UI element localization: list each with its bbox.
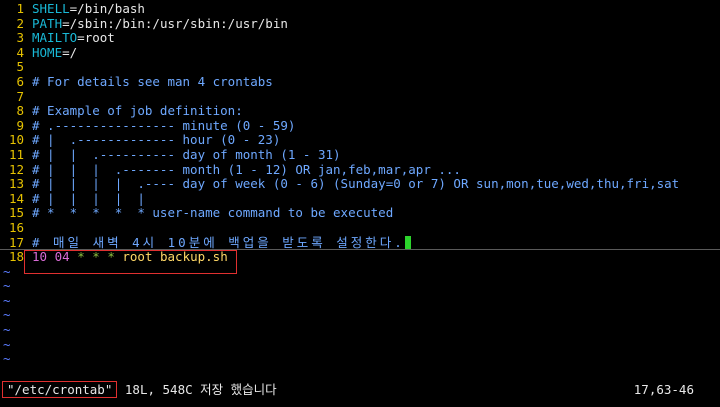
line-number: 9 [16, 117, 24, 133]
line-number: 15 [8, 205, 24, 221]
line-number: 11 [8, 146, 24, 162]
editor-line[interactable]: 16 [0, 219, 720, 236]
line-number: 17 [8, 234, 24, 250]
line-number: 7 [16, 88, 24, 104]
env-var-value: /bin/bash [77, 1, 145, 16]
editor-line[interactable]: 12 # | | | .------- month (1 - 12) OR jan… [0, 161, 720, 178]
cursor-position-ruler: 17,63-46 [633, 382, 694, 397]
comment-text: # | .------------- hour (0 - 23) [32, 132, 281, 148]
line-number: 6 [16, 73, 24, 89]
comment-text: # * * * * * user-name command to be exec… [32, 205, 394, 221]
comment-text: # | | | | | [32, 190, 145, 206]
tilde-marker: ~ [3, 263, 11, 279]
editor-line[interactable]: 7 [0, 88, 720, 105]
editor-line-current[interactable]: 17 # 매일 새벽 4시 10분에 백업을 받도록 설정한다. [0, 234, 720, 251]
env-var-name: PATH [32, 15, 63, 31]
env-var-name: MAILTO [32, 30, 78, 46]
comment-text: # 매일 새벽 4시 10분에 백업을 받도록 설정한다. [32, 234, 405, 250]
env-var-value: root [84, 30, 115, 46]
line-number: 1 [16, 1, 24, 16]
line-number: 12 [8, 161, 24, 177]
line-number: 18 [8, 249, 24, 265]
comment-text: # Example of job definition: [32, 103, 243, 119]
line-number: 14 [8, 190, 24, 206]
tilde-marker: ~ [3, 307, 11, 323]
empty-line-marker: ~ [0, 263, 720, 280]
text-cursor [404, 235, 411, 249]
line-number: 3 [16, 30, 24, 46]
tilde-marker: ~ [3, 278, 11, 294]
comment-text: # | | .---------- day of month (1 - 31) [32, 146, 341, 162]
status-filename: "/etc/crontab" [2, 381, 118, 398]
editor-line[interactable]: 3 MAILTO=root [0, 30, 720, 46]
vim-status-line: "/etc/crontab" 18L, 548C 저장 했습니다 17,63-46 [0, 381, 720, 399]
tilde-marker: ~ [3, 292, 11, 308]
editor-line[interactable]: 11 # | | .---------- day of month (1 - 31… [0, 146, 720, 163]
comment-text: # For details see man 4 crontabs [32, 73, 273, 89]
comment-text: # | | | .------- month (1 - 12) OR jan,f… [32, 161, 461, 177]
line-number: 13 [8, 176, 24, 192]
line-number: 5 [16, 59, 24, 75]
empty-line-marker: ~ [0, 308, 720, 323]
comment-text: # | | | | .---- day of week (0 - 6) (Sun… [32, 176, 680, 192]
cron-day-of-month: * [77, 249, 85, 265]
editor-line[interactable]: 15 # * * * * * user-name command to be ex… [0, 206, 720, 221]
cron-day-of-week: * [107, 249, 115, 265]
line-number: 8 [16, 103, 24, 119]
vim-editor[interactable]: 1 SHELL=/bin/bash 2 PATH=/sbin:/bin:/usr/s… [0, 1, 720, 367]
editor-line[interactable]: 9 # .---------------- minute (0 - 59) [0, 117, 720, 134]
editor-line[interactable]: 5 [0, 60, 720, 75]
editor-line[interactable]: 8 # Example of job definition: [0, 103, 720, 119]
empty-line-marker: ~ [0, 352, 720, 367]
editor-line[interactable]: 13 # | | | | .---- day of week (0 - 6) (S… [0, 176, 720, 192]
line-number: 16 [8, 219, 24, 235]
comment-text: # .---------------- minute (0 - 59) [32, 117, 296, 133]
line-number: 10 [8, 132, 24, 148]
editor-line[interactable]: 2 PATH=/sbin:/bin:/usr/sbin:/usr/bin [0, 15, 720, 32]
cron-month: * [92, 249, 100, 265]
editor-line[interactable]: 14 # | | | | | [0, 190, 720, 207]
cron-command: root backup.sh [122, 249, 228, 265]
env-var-name: HOME [32, 44, 63, 60]
empty-line-marker: ~ [0, 292, 720, 309]
empty-line-marker: ~ [0, 279, 720, 294]
cron-hour: 04 [54, 249, 70, 265]
env-var-value: / [69, 44, 78, 60]
env-var-name: SHELL [32, 1, 70, 16]
tilde-marker: ~ [3, 351, 11, 367]
status-file-info: 18L, 548C 저장 했습니다 [124, 382, 277, 397]
cron-minute: 10 [32, 249, 48, 265]
editor-line[interactable]: 1 SHELL=/bin/bash [0, 1, 720, 17]
line-number: 4 [16, 44, 24, 60]
line-number: 2 [16, 15, 24, 31]
empty-line-marker: ~ [0, 336, 720, 353]
tilde-marker: ~ [3, 322, 11, 338]
empty-line-marker: ~ [0, 322, 720, 338]
tilde-marker: ~ [3, 336, 11, 352]
editor-line[interactable]: 6 # For details see man 4 crontabs [0, 73, 720, 90]
editor-line[interactable]: 10 # | .------------- hour (0 - 23) [0, 133, 720, 148]
env-var-value: /sbin:/bin:/usr/sbin:/usr/bin [69, 15, 288, 31]
editor-line[interactable]: 18 10 04 * * * root backup.sh [0, 249, 720, 265]
editor-line[interactable]: 4 HOME=/ [0, 44, 720, 61]
